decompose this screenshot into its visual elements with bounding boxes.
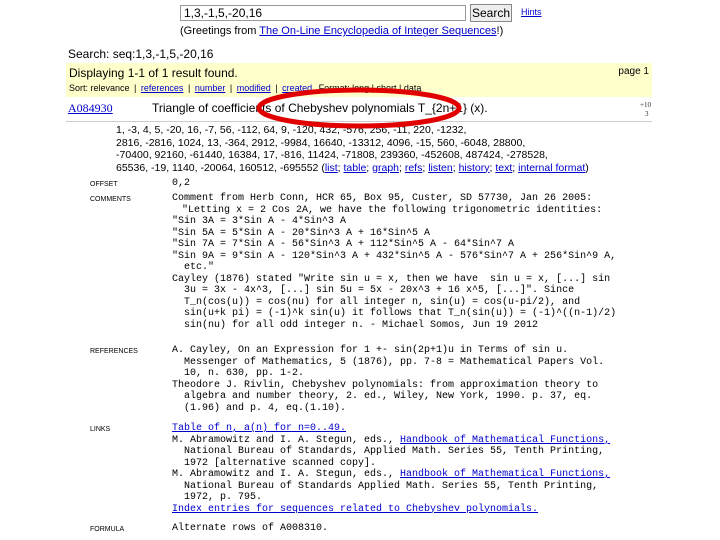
history-link[interactable]: history — [459, 162, 490, 174]
comment-line: T_n(cos(u)) = cos(nu) for all integer n,… — [172, 296, 581, 308]
link-line: 1972, p. 795. — [172, 492, 263, 503]
sort-modified[interactable]: modified — [237, 83, 271, 93]
search-query-line: Search: seq:1,3,-1,5,-20,16 — [68, 47, 214, 61]
sequence-title: Triangle of coefficients of Chebyshev po… — [152, 101, 488, 115]
values-line: 2816, -2816, 1024, 13, -364, 2912, -9984… — [116, 136, 526, 149]
link-authors: M. Abramowitz and I. A. Stegun, eds., — [172, 469, 401, 480]
search-input[interactable] — [180, 5, 466, 21]
link-line: 1972 [alternative scanned copy]. — [172, 457, 377, 469]
reference-line: Theodore J. Rivlin, Chebyshev polynomial… — [172, 379, 599, 391]
internal-format-link[interactable]: internal format — [518, 162, 585, 174]
reference-line: A. Cayley, On an Expression for 1 +- sin… — [172, 345, 569, 356]
reference-line: 10, n. 630, pp. 1-2. — [172, 368, 305, 379]
links-block: Table of n, a(n) for n=0..49. M. Abramowi… — [172, 423, 610, 515]
text-link[interactable]: text — [495, 162, 512, 174]
sequence-score: +10 3 — [640, 101, 651, 119]
greeting-suffix: !) — [496, 25, 504, 37]
sort-bar: Sort: relevance | references | number | … — [69, 83, 421, 93]
references-label: REFERENCES — [90, 348, 138, 355]
link-index-chebyshev[interactable]: Index entries for sequences related to C… — [172, 504, 610, 516]
greeting-prefix: (Greetings from — [180, 25, 260, 37]
values-line: -70400, 92160, -61440, 16384, 17, -816, … — [116, 149, 548, 161]
sequence-values: 1, -3, 4, 5, -20, 16, -7, 56, -112, 64, … — [116, 124, 656, 174]
comment-line: "Sin 9A = 9*Sin A - 120*Sin^3 A + 432*Si… — [172, 250, 617, 262]
link-handbook[interactable]: Handbook of Mathematical Functions, — [400, 435, 610, 446]
listen-link[interactable]: listen — [428, 162, 453, 174]
sort-number[interactable]: number — [195, 83, 226, 93]
hints-link[interactable]: Hints — [521, 7, 542, 17]
comment-line: "Sin 3A = 3*Sin A - 4*Sin^3 A — [172, 216, 347, 227]
list-link[interactable]: list — [325, 162, 338, 174]
reference-line: (1.96) and p. 4, eq.(1.10). — [172, 402, 347, 414]
comment-line: sin(nu) for all odd integer n. - Michael… — [172, 319, 539, 331]
values-line-tail: 65536, -19, 1140, -20064, 160512, -69555… — [116, 161, 319, 174]
results-bar: Displaying 1-1 of 1 result found. page 1… — [66, 63, 652, 97]
references-block: A. Cayley, On an Expression for 1 +- sin… — [172, 345, 604, 414]
formula-label: FORMULA — [90, 526, 125, 533]
separator: | — [187, 83, 191, 93]
link-line: National Bureau of Standards Applied Mat… — [172, 480, 599, 492]
formula-value: Alternate rows of A008310. — [172, 523, 329, 534]
results-count: Displaying 1-1 of 1 result found. — [69, 66, 238, 80]
comment-line: etc." — [172, 262, 215, 273]
separator: | — [229, 83, 233, 93]
sort-references[interactable]: references — [141, 83, 184, 93]
comments-label: COMMENTS — [90, 196, 131, 203]
sequence-id-link[interactable]: A084930 — [68, 101, 113, 116]
link-line: National Bureau of Standards, Applied Ma… — [172, 446, 605, 457]
link-handbook-2[interactable]: Handbook of Mathematical Functions, — [400, 469, 610, 480]
score-value: +10 — [640, 101, 651, 109]
reference-line: Messenger of Mathematics, 5 (1876), pp. … — [172, 356, 605, 368]
refs-link[interactable]: refs — [405, 162, 423, 174]
separator: | — [134, 83, 137, 93]
link-table[interactable]: Table of n, a(n) for n=0..49. — [172, 423, 610, 435]
sequence-header: A084930 Triangle of coefficients of Cheb… — [66, 101, 652, 122]
graph-link[interactable]: graph — [372, 162, 399, 174]
reference-line: algebra and number theory, 2. ed., Wiley… — [172, 391, 593, 402]
comment-line: sin(u+k pi) = (-1)^k sin(u) it follows t… — [172, 308, 617, 319]
comment-line: Comment from Herb Conn, HCR 65, Box 95, … — [172, 193, 593, 204]
comment-line: 3u = 3x - 4x^3, [...] sin 5u = 5x - 20x^… — [172, 285, 575, 296]
comment-line: Cayley (1876) stated "Write sin u = x, t… — [172, 273, 611, 285]
sort-relevance[interactable]: Sort: relevance — [69, 83, 130, 93]
links-label: LINKS — [90, 426, 111, 433]
link-line: M. Abramowitz and I. A. Stegun, eds., Ha… — [172, 469, 610, 481]
score-sub: 3 — [645, 110, 649, 118]
separator: | — [275, 83, 278, 93]
page-indicator: page 1 — [618, 66, 649, 77]
values-line: 65536, -19, 1140, -20064, 160512, -69555… — [116, 161, 589, 174]
offset-label: OFFSET — [90, 181, 118, 188]
table-link[interactable]: table — [344, 162, 367, 174]
link-line: M. Abramowitz and I. A. Stegun, eds., Ha… — [172, 435, 610, 447]
link-authors: M. Abramowitz and I. A. Stegun, eds., — [172, 434, 401, 446]
comments-block: Comment from Herb Conn, HCR 65, Box 95, … — [172, 193, 616, 331]
greeting: (Greetings from The On-Line Encyclopedia… — [180, 25, 503, 37]
search-button[interactable]: Search — [470, 4, 512, 22]
comment-line: "Sin 7A = 7*Sin A - 56*Sin^3 A + 112*Sin… — [172, 239, 515, 250]
comment-line: "Letting x = 2 Cos 2A, we have the follo… — [182, 204, 603, 216]
oeis-link[interactable]: The On-Line Encyclopedia of Integer Sequ… — [259, 25, 496, 37]
sort-created[interactable]: created — [282, 83, 312, 93]
format-options[interactable]: Format: long | short | data — [319, 83, 422, 93]
offset-value: 0,2 — [172, 178, 191, 189]
values-line: 1, -3, 4, 5, -20, 16, -7, 56, -112, 64, … — [116, 124, 467, 136]
top-bar: Search Hints (Greetings from The On-Line… — [0, 0, 720, 46]
comment-line: "Sin 5A = 5*Sin A - 20*Sin^3 A + 16*Sin^… — [172, 227, 431, 239]
